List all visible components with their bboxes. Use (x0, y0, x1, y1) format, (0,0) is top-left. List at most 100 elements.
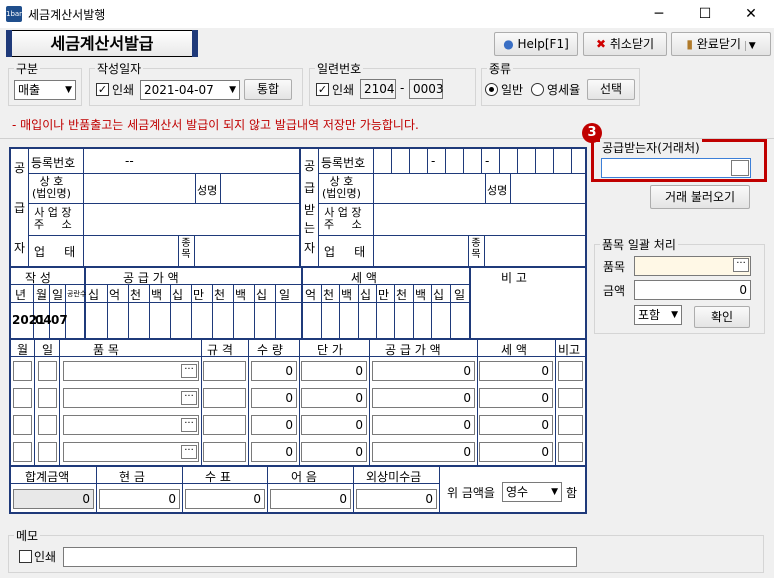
digit-label: 천 (214, 288, 226, 302)
row-supply-field[interactable]: 0 (372, 442, 475, 462)
help-icon: ● (503, 37, 514, 51)
row-item-field[interactable] (63, 415, 199, 435)
row-item-field[interactable] (63, 388, 199, 408)
serial-b-field[interactable]: 0003 (409, 79, 444, 99)
serial-print-checkbox[interactable]: ✓ (316, 83, 329, 96)
serial-a-field[interactable]: 2104 (360, 79, 396, 99)
memo-print-checkbox[interactable] (19, 550, 32, 563)
row-price-field[interactable]: 0 (301, 388, 367, 408)
confirm-button[interactable]: 확인 (694, 306, 750, 328)
blank-count-header: 공란수 (67, 290, 87, 298)
cancel-close-button[interactable]: ✖ 취소닫기 (583, 32, 667, 56)
row-note-field[interactable] (558, 442, 583, 462)
chevron-down-icon[interactable]: ▼ (744, 41, 756, 51)
cash-field[interactable]: 0 (99, 489, 180, 509)
maximize-button[interactable]: ☐ (682, 0, 728, 28)
row-supply-field[interactable]: 0 (372, 415, 475, 435)
row-qty-field[interactable]: 0 (251, 442, 297, 462)
bulk-amount-field[interactable]: 0 (634, 280, 751, 300)
digit-label: 억 (109, 288, 121, 302)
row-day-field[interactable] (38, 415, 57, 435)
row-qty-field[interactable]: 0 (251, 361, 297, 381)
credit-field[interactable]: 0 (356, 489, 437, 509)
note-payable-field[interactable]: 0 (270, 489, 351, 509)
item-lookup-button[interactable]: ··· (181, 418, 197, 432)
supplier-grid: 등록번호 -- 상 호 (법인명) 성명 사 업 장 주 소 업 태 종목 (29, 149, 299, 266)
item-lookup-button[interactable]: ··· (181, 391, 197, 405)
row-month-field[interactable] (13, 442, 32, 462)
date-print-checkbox[interactable]: ✓ (96, 83, 109, 96)
row-tax-field[interactable]: 0 (479, 415, 553, 435)
row-spec-field[interactable] (203, 442, 246, 462)
digit-label: 만 (193, 288, 205, 302)
minimize-button[interactable]: ─ (636, 0, 682, 28)
row-supply-field[interactable]: 0 (372, 388, 475, 408)
row-price-field[interactable]: 0 (301, 415, 367, 435)
done-close-button[interactable]: ▮ 완료닫기 ▼ (671, 32, 771, 56)
help-button[interactable]: ● Help[F1] (494, 32, 578, 56)
row-spec-field[interactable] (203, 388, 246, 408)
row-item-field[interactable] (63, 442, 199, 462)
row-day-field[interactable] (38, 388, 57, 408)
row-month-field[interactable] (13, 361, 32, 381)
include-select[interactable]: 포함 ▼ (634, 305, 682, 325)
row-spec-field[interactable] (203, 361, 246, 381)
digit-label: 백 (235, 288, 247, 302)
cash-header: 현 금 (119, 470, 145, 484)
supplier-side-1: 공 (14, 161, 26, 175)
digit-label: 억 (305, 288, 317, 302)
row-item-field[interactable] (63, 361, 199, 381)
digit-label: 천 (130, 288, 142, 302)
close-button[interactable]: ✕ (728, 0, 774, 28)
row-tax-field[interactable]: 0 (479, 442, 553, 462)
serial-dash: - (400, 81, 405, 95)
item-lookup-button[interactable]: ··· (181, 364, 197, 378)
col-price: 단 가 (317, 343, 343, 357)
row-day-field[interactable] (38, 442, 57, 462)
row-qty-field[interactable]: 0 (251, 388, 297, 408)
row-day-field[interactable] (38, 361, 57, 381)
row-tax-field[interactable]: 0 (479, 361, 553, 381)
check-field[interactable]: 0 (185, 489, 265, 509)
chevron-down-icon: ▼ (671, 310, 678, 320)
item-lookup-button[interactable]: ··· (181, 445, 197, 459)
select-button[interactable]: 선택 (587, 79, 635, 100)
row-month-field[interactable] (13, 388, 32, 408)
supplier-ceo-label: 성명 (197, 184, 218, 197)
month-value: 04 (35, 313, 52, 327)
row-qty-field[interactable]: 0 (251, 415, 297, 435)
row-spec-field[interactable] (203, 415, 246, 435)
x-icon: ✖ (595, 37, 607, 51)
serial-label: 일련번호 (315, 60, 364, 77)
col-note: 비고 (558, 343, 581, 357)
bulk-item-lookup-button[interactable]: ··· (733, 258, 749, 272)
load-customer-button[interactable]: 거래 불러오기 (650, 185, 750, 209)
digit-label: 천 (396, 288, 408, 302)
note-payable-header: 어 음 (291, 470, 317, 484)
day-header: 일 (52, 288, 64, 302)
kind-general-radio[interactable] (485, 83, 498, 96)
kind-zero-label: 영세율 (547, 83, 581, 97)
bulk-amount-label: 금액 (603, 284, 626, 298)
row-tax-field[interactable]: 0 (479, 388, 553, 408)
row-price-field[interactable]: 0 (301, 442, 367, 462)
row-note-field[interactable] (558, 415, 583, 435)
row-month-field[interactable] (13, 415, 32, 435)
date-picker[interactable]: 2021-04-07 ▼ (140, 80, 240, 100)
receiver-lookup-field[interactable] (601, 158, 751, 178)
amount-suffix-text: 함 (566, 486, 578, 500)
integrate-button[interactable]: 통합 (244, 79, 292, 100)
row-price-field[interactable]: 0 (301, 361, 367, 381)
receipt-type-select[interactable]: 영수 ▼ (502, 482, 562, 502)
row-supply-field[interactable]: 0 (372, 361, 475, 381)
chevron-down-icon: ▼ (551, 487, 558, 497)
receiver-addr-label: 사 업 장 주 소 (324, 206, 362, 231)
receiver-lookup-button[interactable] (731, 160, 749, 176)
receiver-item-label: 종목 (471, 238, 481, 260)
gubun-select[interactable]: 매출 ▼ (14, 80, 76, 100)
receiver-side-1: 공 (304, 159, 316, 173)
memo-field[interactable] (63, 547, 577, 567)
row-note-field[interactable] (558, 361, 583, 381)
kind-zero-radio[interactable] (531, 83, 544, 96)
row-note-field[interactable] (558, 388, 583, 408)
